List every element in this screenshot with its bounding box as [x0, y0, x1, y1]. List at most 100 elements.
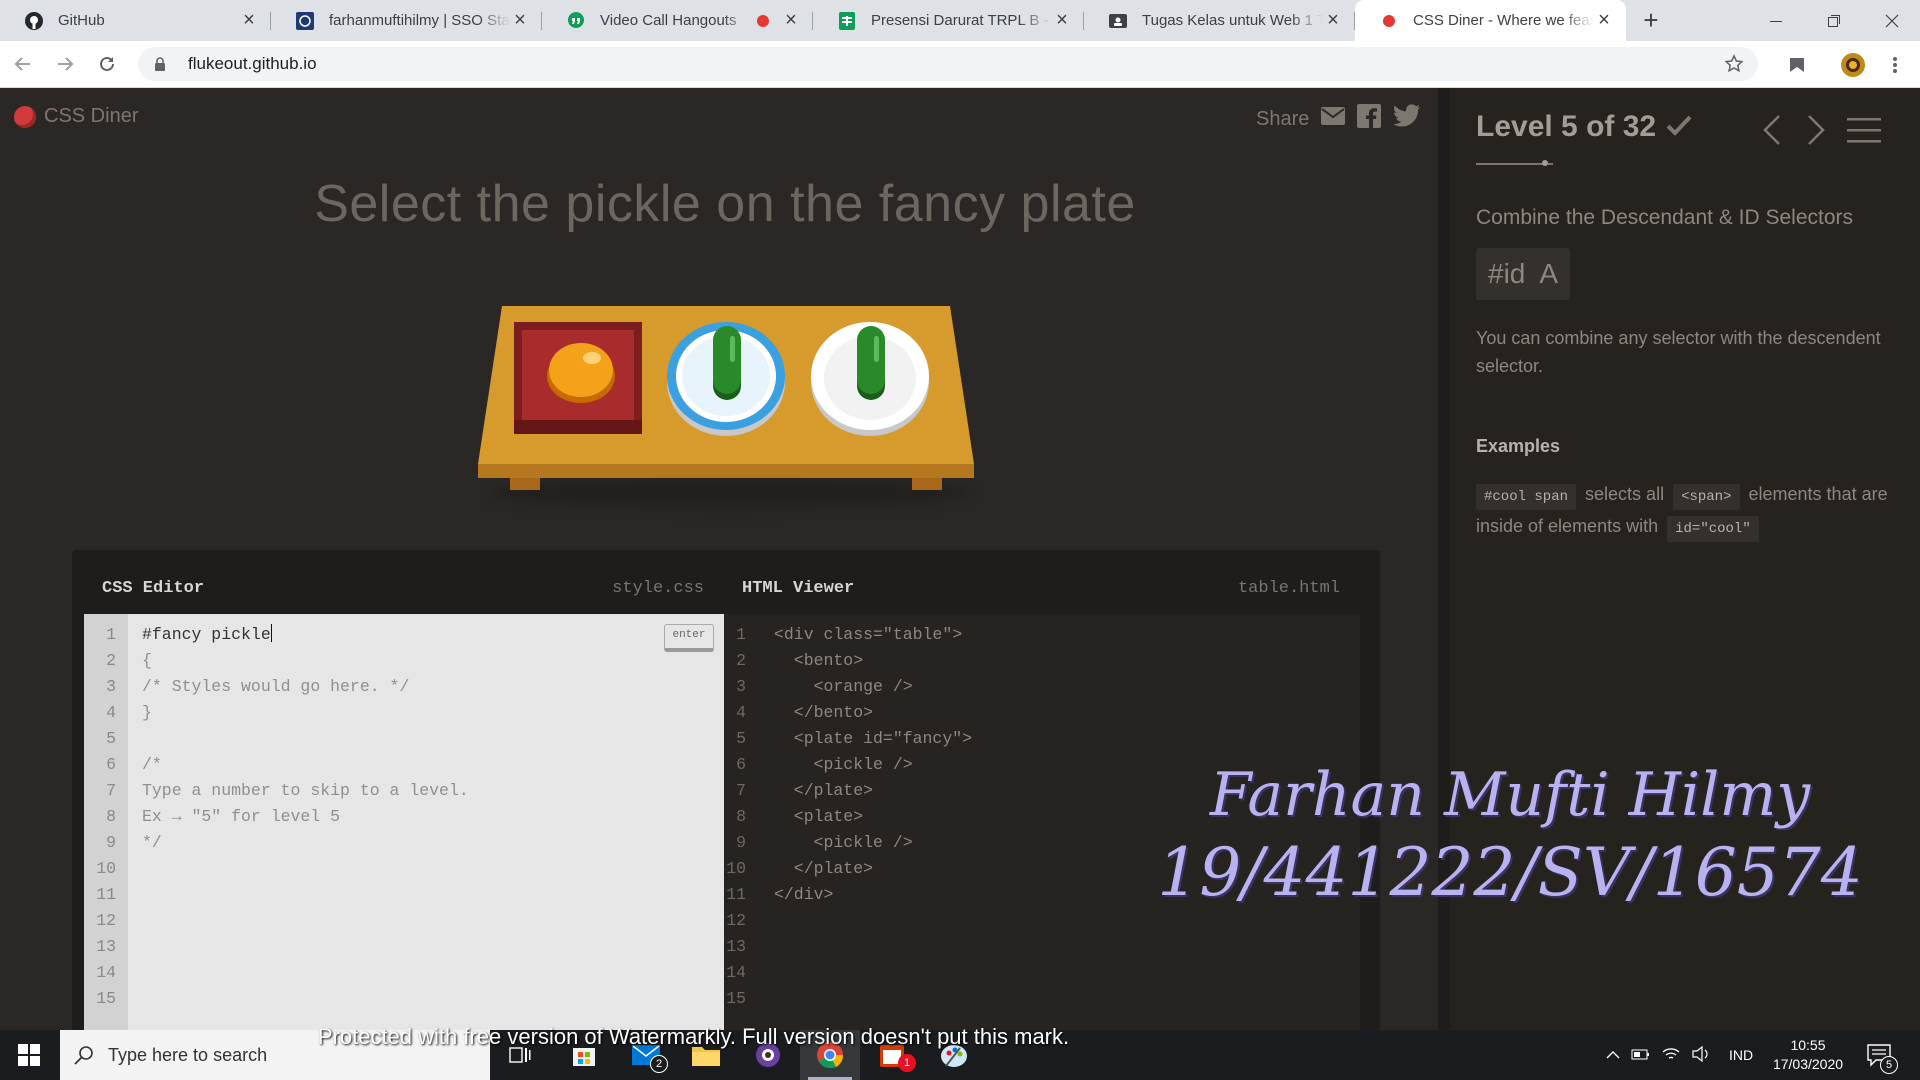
code-line: <plate>	[774, 807, 864, 826]
code-line: Type a number to skip to a level.	[142, 781, 469, 800]
battery-icon[interactable]	[1626, 1047, 1656, 1064]
enter-button[interactable]: enter	[664, 624, 714, 652]
forward-button[interactable]	[46, 45, 84, 83]
orange[interactable]	[546, 340, 616, 404]
twitter-icon[interactable]	[1393, 104, 1421, 134]
html-code[interactable]: <div class="table"> <bento> <orange /> <…	[758, 614, 972, 1030]
example-code: #cool span	[1476, 484, 1577, 510]
new-tab-button[interactable]: +	[1630, 0, 1672, 41]
notification-center-icon[interactable]: 5	[1866, 1042, 1898, 1074]
line-number: 8	[106, 807, 116, 826]
address-bar[interactable]: flukeout.github.io	[138, 47, 1758, 81]
code-line: </plate>	[774, 781, 874, 800]
clock-date: 17/03/2020	[1772, 1056, 1844, 1072]
language-indicator[interactable]: IND	[1716, 1047, 1766, 1063]
tab-title: GitHub	[58, 12, 105, 29]
code-line: </plate>	[774, 859, 874, 878]
line-number: 1	[106, 625, 116, 644]
close-icon[interactable]: ×	[1323, 9, 1343, 31]
pickle[interactable]	[856, 326, 886, 402]
tab-hangouts[interactable]: Video Call Hangouts ×	[542, 0, 813, 41]
level-heading: Combine the Descendant & ID Selectors	[1476, 206, 1854, 229]
tab-github[interactable]: GitHub ×	[0, 0, 271, 41]
github-icon	[24, 11, 44, 31]
share-bar: Share	[1256, 104, 1421, 134]
example: #cool span selects all <span> elements t…	[1476, 478, 1896, 542]
line-numbers: 1 2 3 4 5 6 7 8 9 10 11 12 13 14 15	[84, 614, 128, 1030]
css-editor-file: style.css	[612, 578, 704, 598]
line-number: 10	[96, 859, 116, 878]
clock[interactable]: 10:55 17/03/2020	[1760, 1036, 1856, 1074]
checkmark-icon	[1666, 110, 1692, 144]
browser-tab-strip: GitHub × farhanmuftihilmy | SSO Status ×…	[0, 0, 1920, 41]
tab-title: Tugas Kelas untuk Web 1 TRPL	[1142, 12, 1323, 29]
pickle[interactable]	[712, 326, 742, 402]
line-number: 14	[726, 963, 746, 982]
minimize-button[interactable]	[1748, 0, 1804, 41]
clock-time: 10:55	[1790, 1037, 1826, 1053]
close-icon[interactable]: ×	[781, 9, 801, 31]
line-number: 9	[736, 833, 746, 852]
example-code: id="cool"	[1667, 516, 1759, 542]
previous-level-button[interactable]	[1752, 110, 1792, 150]
code-line: /*	[142, 755, 162, 774]
code-line: {	[142, 651, 152, 670]
volume-icon[interactable]	[1686, 1045, 1716, 1065]
code-line: <pickle />	[774, 833, 913, 852]
watermark-notice: Protected with free version of Watermark…	[317, 1024, 1070, 1049]
line-number: 14	[96, 963, 116, 982]
css-code[interactable]: #fancy pickle { /* Styles would go here. …	[128, 614, 469, 1030]
back-button[interactable]	[4, 45, 42, 83]
tab-classroom[interactable]: Tugas Kelas untuk Web 1 TRPL ×	[1084, 0, 1355, 41]
bento-box[interactable]	[514, 322, 642, 434]
tab-sheets[interactable]: Presensi Darurat TRPL B - Google ×	[813, 0, 1084, 41]
line-number: 4	[736, 703, 746, 722]
close-icon[interactable]: ×	[1594, 9, 1614, 31]
tab-css-diner[interactable]: CSS Diner - Where we feast on CSS ×	[1355, 0, 1626, 41]
logo[interactable]: CSS Diner	[14, 105, 138, 128]
extension-icon[interactable]	[1782, 50, 1812, 80]
close-window-button[interactable]	[1864, 0, 1920, 41]
css-selector-input[interactable]: #fancy pickle	[142, 625, 271, 644]
line-number: 15	[96, 989, 116, 1008]
close-icon[interactable]: ×	[239, 9, 259, 31]
html-viewer-title: HTML Viewer	[742, 578, 855, 598]
close-icon[interactable]: ×	[1052, 9, 1072, 31]
line-number: 4	[106, 703, 116, 722]
reload-button[interactable]	[88, 45, 126, 83]
css-input[interactable]: 1 2 3 4 5 6 7 8 9 10 11 12 13 14 15 #fancy pickle {/* …	[84, 614, 724, 1030]
line-number: 3	[106, 677, 116, 696]
email-icon[interactable]	[1321, 107, 1346, 131]
css-diner-page: CSS Diner Share Select the pickle on the…	[0, 88, 1920, 1030]
wifi-icon[interactable]	[1656, 1046, 1686, 1065]
line-number: 7	[106, 781, 116, 800]
line-number: 5	[106, 729, 116, 748]
line-number: 6	[736, 755, 746, 774]
logo-text: CSS Diner	[44, 105, 139, 127]
fancy-plate[interactable]	[666, 320, 786, 436]
avatar[interactable]	[1838, 50, 1868, 80]
menu-kebab-icon[interactable]	[1880, 50, 1910, 80]
bookmark-star-icon[interactable]	[1724, 54, 1744, 79]
code-line: Ex → "5" for level 5	[142, 807, 341, 826]
next-level-button[interactable]	[1796, 110, 1836, 150]
close-icon[interactable]: ×	[510, 9, 530, 31]
plate[interactable]	[810, 320, 930, 436]
line-number: 11	[726, 885, 746, 904]
maximize-button[interactable]	[1806, 0, 1862, 41]
chevron-up-icon[interactable]	[1600, 1047, 1626, 1063]
code-line: /* Styles would go here. */	[142, 677, 410, 696]
line-number: 1	[736, 625, 746, 644]
author-id: 19/441222/SV/16574	[1157, 834, 1863, 911]
code-line: <plate id="fancy">	[774, 729, 973, 748]
tab-sso[interactable]: farhanmuftihilmy | SSO Status ×	[271, 0, 542, 41]
css-editor-pane: CSS Editor style.css 1 2 3 4 5 6 7 8 9 10 11 12 13 14…	[84, 562, 724, 1030]
example-text: selects all	[1585, 484, 1665, 504]
level-header[interactable]: Level 5 of 32	[1476, 110, 1692, 144]
html-viewer-file: table.html	[1237, 578, 1340, 598]
level-menu-icon[interactable]	[1844, 110, 1884, 150]
code-line: */	[142, 833, 162, 852]
facebook-icon[interactable]	[1357, 104, 1382, 134]
